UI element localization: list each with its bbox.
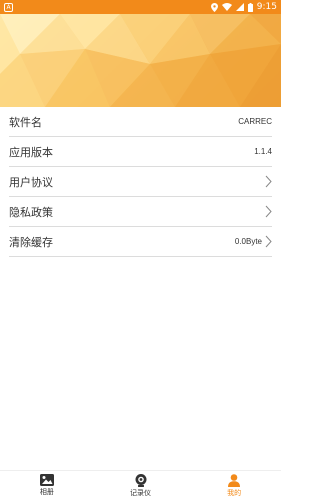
user-profile-icon — [228, 473, 241, 487]
settings-row-user-agreement[interactable]: 用户协议 — [9, 167, 272, 197]
row-value: 1.1.4 — [254, 147, 272, 156]
row-value: 0.0Byte — [234, 237, 262, 246]
settings-row-app-name: 软件名 CARREC — [9, 107, 272, 137]
polygon-pattern — [0, 14, 281, 107]
settings-row-clear-cache[interactable]: 清除缓存 0.0Byte — [9, 227, 272, 257]
settings-list: 软件名 CARREC 应用版本 1.1.4 用户协议 隐私政策 清除缓存 0.0… — [0, 107, 281, 257]
notification-icon: A — [4, 3, 13, 12]
photo-album-icon — [39, 474, 54, 486]
nav-label: 记录仪 — [130, 488, 151, 497]
signal-icon — [235, 3, 244, 11]
camera-recorder-icon — [135, 473, 147, 487]
status-time: 9:15 — [256, 2, 277, 12]
nav-label: 我的 — [227, 488, 242, 497]
location-icon — [210, 2, 218, 12]
profile-header-banner — [0, 14, 281, 107]
battery-icon — [247, 2, 253, 12]
settings-row-privacy-policy[interactable]: 隐私政策 — [9, 197, 272, 227]
wifi-icon — [221, 3, 232, 11]
nav-item-album[interactable]: 相册 — [0, 471, 94, 500]
row-label: 软件名 — [9, 115, 42, 129]
row-value: CARREC — [238, 117, 272, 126]
chevron-right-icon — [265, 235, 272, 248]
bottom-nav: 相册 记录仪 我的 — [0, 470, 281, 500]
settings-row-app-version: 应用版本 1.1.4 — [9, 137, 272, 167]
chevron-right-icon — [265, 205, 272, 218]
status-bar: A 9:15 — [0, 0, 281, 14]
row-label: 隐私政策 — [9, 205, 53, 219]
nav-item-mine[interactable]: 我的 — [187, 471, 281, 500]
nav-label: 相册 — [39, 488, 54, 496]
row-label: 用户协议 — [9, 175, 53, 189]
row-label: 清除缓存 — [9, 235, 53, 249]
chevron-right-icon — [265, 175, 272, 188]
row-label: 应用版本 — [9, 145, 53, 159]
nav-item-recorder[interactable]: 记录仪 — [94, 471, 188, 500]
